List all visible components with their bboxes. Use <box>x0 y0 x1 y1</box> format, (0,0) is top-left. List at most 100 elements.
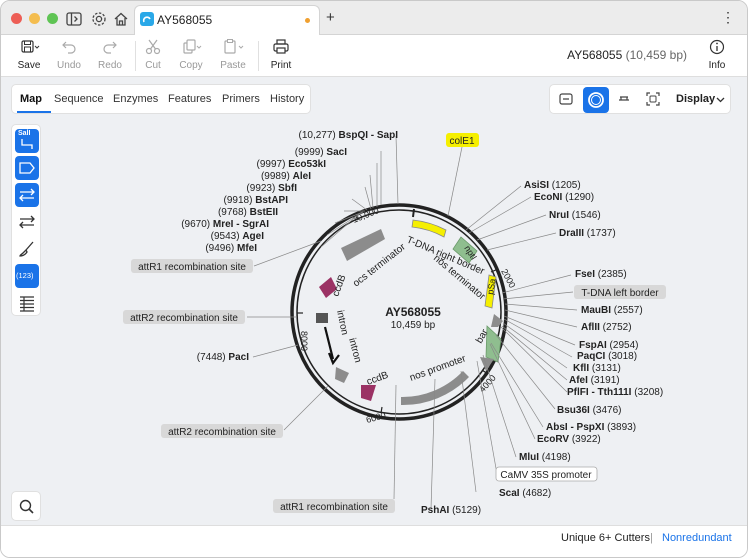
info-icon <box>709 39 725 55</box>
label-pSa: pSa <box>485 278 498 296</box>
enzyme-site-label[interactable]: (10,277) BspQI - SapI <box>299 130 399 141</box>
enzyme-site-label[interactable]: (9997) Eco53kI <box>257 159 327 170</box>
unsaved-indicator <box>305 18 310 23</box>
document-tab[interactable]: AY568055 <box>134 5 320 35</box>
info-button[interactable]: Info <box>699 38 735 74</box>
enzyme-name: BspQI - SapI <box>339 130 399 141</box>
boxed-label-attR2-mid[interactable]: attR2 recombination site <box>123 310 245 324</box>
boxed-label-attR2-bottom[interactable]: attR2 recombination site <box>161 424 283 438</box>
enzyme-site-label[interactable]: AfeI (3191) <box>569 375 620 386</box>
enzyme-name: Eco53kI <box>288 159 326 170</box>
enzyme-position: (1737) <box>584 228 616 239</box>
enzyme-site-label[interactable]: EcoRV (3922) <box>537 434 601 445</box>
enzyme-position: (5129) <box>449 505 481 516</box>
enzyme-position: (10,277) <box>299 130 339 141</box>
home-icon[interactable] <box>112 10 130 28</box>
enzyme-position: (2557) <box>611 305 643 316</box>
tab-title: AY568055 <box>157 13 213 27</box>
enzyme-site-label[interactable]: AsiSI (1205) <box>524 180 581 191</box>
enzyme-site-label[interactable]: PshAI (5129) <box>421 505 481 516</box>
sequence-title: AY568055 (10,459 bp) <box>567 48 687 62</box>
enzyme-site-label[interactable]: (9923) SbfI <box>246 183 297 194</box>
colE1-feature[interactable] <box>411 219 447 238</box>
enzyme-site-label[interactable]: FseI (2385) <box>575 269 627 280</box>
enzyme-site-label[interactable]: (9670) MreI - SgrAI <box>181 219 269 230</box>
redo-label: Redo <box>98 60 122 71</box>
undo-button[interactable]: Undo <box>51 38 87 74</box>
enzyme-site-label[interactable]: AbsI - PspXI (3893) <box>546 422 636 433</box>
enzyme-position: (9543) <box>211 231 243 242</box>
enzyme-name: AflII <box>581 322 600 333</box>
nonredundant-toggle[interactable]: Nonredundant <box>662 532 732 544</box>
redo-button[interactable]: Redo <box>92 38 128 74</box>
enzyme-position: (9496) <box>205 243 237 254</box>
feature-arrow-gray[interactable] <box>335 367 349 383</box>
copy-label: Copy <box>179 60 203 71</box>
ocs-terminator-feature[interactable] <box>341 229 385 261</box>
toolbar-divider <box>258 41 259 71</box>
save-label: Save <box>17 60 41 71</box>
enzyme-site-label[interactable]: PaqCI (3018) <box>577 351 637 362</box>
enzyme-site-label[interactable]: (9496) MfeI <box>205 243 257 254</box>
enzyme-site-label[interactable]: MauBI (2557) <box>581 305 643 316</box>
app-window: AY568055 + ⋮ Save Undo Redo Cut Copy Pas… <box>0 0 748 558</box>
enzyme-site-label[interactable]: Bsu36I (3476) <box>557 405 621 416</box>
enzyme-site-label[interactable]: DraIII (1737) <box>559 228 616 239</box>
boxed-label-attR1-bottom[interactable]: attR1 recombination site <box>273 499 395 513</box>
enzyme-site-label[interactable]: PflFI - Tth111I (3208) <box>567 387 663 398</box>
title-bar: AY568055 + ⋮ <box>1 1 747 35</box>
label-intron-2: intron <box>346 337 363 364</box>
label-intron-1: intron <box>334 309 350 336</box>
minimize-window-button[interactable] <box>29 13 40 24</box>
cut-button[interactable]: Cut <box>135 38 171 74</box>
new-tab-button[interactable]: + <box>326 9 335 26</box>
enzyme-name: AleI <box>293 171 312 182</box>
enzyme-site-label[interactable]: FspAI (2954) <box>579 340 638 351</box>
svg-text:colE1: colE1 <box>449 136 474 147</box>
sequence-length: (10,459 bp) <box>625 48 687 62</box>
save-button[interactable]: Save <box>11 38 47 74</box>
enzyme-site-label[interactable]: (9543) AgeI <box>211 231 265 242</box>
enzyme-site-label[interactable]: ScaI (4682) <box>499 488 551 499</box>
enzyme-site-label[interactable]: MluI (4198) <box>519 452 571 463</box>
boxed-label-colE1[interactable]: colE1 <box>446 133 479 147</box>
close-window-button[interactable] <box>11 13 22 24</box>
boxed-label-attR1-top[interactable]: attR1 recombination site <box>131 259 253 273</box>
enzyme-site-label[interactable]: KflI (3131) <box>573 363 621 374</box>
enzyme-site-label[interactable]: (7448) PacI <box>197 352 249 363</box>
origin-tick <box>412 208 415 218</box>
gear-icon[interactable] <box>90 10 108 28</box>
enzyme-position: (7448) <box>197 352 229 363</box>
tick-label: 8000 <box>299 331 309 351</box>
boxed-label-camv[interactable]: CaMV 35S promoter <box>495 466 598 482</box>
enzyme-site-label[interactable]: NruI (1546) <box>549 210 601 221</box>
enzyme-site-label[interactable]: (9999) SacI <box>295 147 347 158</box>
enzyme-name: AfeI <box>569 375 588 386</box>
copy-button[interactable]: Copy <box>173 38 209 74</box>
enzyme-site-label[interactable]: EcoNI (1290) <box>534 192 594 203</box>
info-label: Info <box>708 60 726 71</box>
enzyme-position: (3191) <box>588 375 620 386</box>
enzyme-name: PacI <box>228 352 249 363</box>
clipboard-icon <box>224 39 244 54</box>
enzyme-name: MfeI <box>237 243 257 254</box>
paste-button[interactable]: Paste <box>215 38 251 74</box>
cutters-filter[interactable]: Unique 6+ Cutters <box>561 532 650 544</box>
more-menu-button[interactable]: ⋮ <box>721 9 735 26</box>
print-button[interactable]: Print <box>263 38 299 74</box>
enzyme-position: (1290) <box>562 192 594 203</box>
enzyme-site-label[interactable]: (9918) BstAPI <box>224 195 289 206</box>
maximize-window-button[interactable] <box>47 13 58 24</box>
enzyme-position: (3893) <box>604 422 636 433</box>
enzyme-name: NruI <box>549 210 569 221</box>
svg-text:T-DNA left border: T-DNA left border <box>581 288 659 299</box>
enzyme-site-label[interactable]: AflII (2752) <box>581 322 632 333</box>
sidebar-toggle-icon[interactable] <box>65 10 83 28</box>
enzyme-name: Bsu36I <box>557 405 590 416</box>
enzyme-name: DraIII <box>559 228 584 239</box>
enzyme-position: (9768) <box>218 207 250 218</box>
boxed-label-tdna-left[interactable]: T-DNA left border <box>574 285 666 299</box>
print-label: Print <box>270 60 292 71</box>
enzyme-site-label[interactable]: (9768) BstEII <box>218 207 278 218</box>
enzyme-site-label[interactable]: (9989) AleI <box>261 171 311 182</box>
